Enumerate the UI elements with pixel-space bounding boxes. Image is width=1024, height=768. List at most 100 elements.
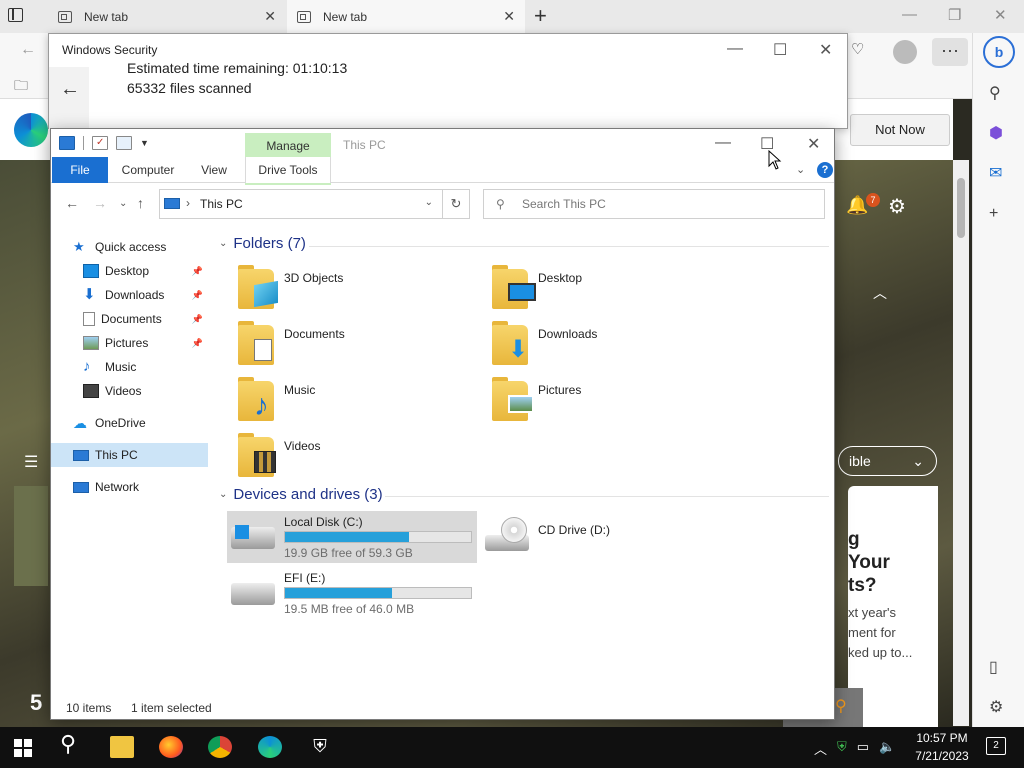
new-tab-button[interactable]: + bbox=[534, 3, 547, 29]
winsec-close-icon[interactable]: ✕ bbox=[819, 40, 832, 60]
address-dropdown-chevron-icon[interactable]: ⌄ bbox=[425, 197, 433, 208]
folder-desktop[interactable]: Desktop bbox=[492, 265, 732, 317]
folder-3d-objects[interactable]: 3D Objects bbox=[238, 265, 478, 317]
new-folder-icon[interactable] bbox=[116, 136, 132, 150]
folder-videos[interactable]: Videos bbox=[238, 433, 478, 485]
drive-efi-e[interactable]: EFI (E:) 19.5 MB free of 46.0 MB bbox=[227, 567, 477, 619]
taskbar-search-icon[interactable]: ⚲ bbox=[60, 731, 84, 756]
browser-more-button[interactable]: ··· bbox=[932, 38, 968, 66]
browser-tab[interactable]: New tab ✕ bbox=[48, 0, 286, 33]
drive-cd-d[interactable]: CD Drive (D:) bbox=[481, 511, 731, 563]
search-input[interactable] bbox=[522, 191, 812, 217]
firefox-icon[interactable] bbox=[159, 736, 183, 758]
folder-pictures[interactable]: Pictures bbox=[492, 377, 732, 429]
navigation-bar: ← → ⌄ ↑ › This PC ⌄ ↻ ⚲ bbox=[51, 184, 834, 222]
sidebar-outlook-icon[interactable]: ✉ bbox=[989, 163, 1002, 183]
profile-avatar-icon[interactable] bbox=[893, 40, 917, 64]
browser-page-scrollbar[interactable] bbox=[953, 160, 969, 726]
forward-icon[interactable]: → bbox=[93, 195, 107, 211]
tab-file[interactable]: File bbox=[52, 157, 108, 183]
collapse-chevron-icon[interactable]: ⌄ bbox=[219, 489, 227, 500]
close-tab-icon[interactable]: ✕ bbox=[503, 8, 515, 25]
not-now-button[interactable]: Not Now bbox=[850, 114, 950, 146]
pin-icon[interactable]: 📌 bbox=[192, 283, 203, 307]
tray-security-icon[interactable]: ⛨ bbox=[837, 739, 847, 758]
sidebar-office-icon[interactable]: ⬢ bbox=[989, 123, 1003, 143]
devices-section-header[interactable]: ⌄ Devices and drives (3) bbox=[219, 486, 383, 503]
star-icon: ★ bbox=[73, 239, 85, 254]
start-windows-icon[interactable] bbox=[14, 739, 32, 757]
breadcrumb-chevron-icon[interactable]: › bbox=[186, 196, 190, 210]
nav-downloads[interactable]: ⬇ Downloads 📌 bbox=[83, 283, 203, 307]
this-pc-icon bbox=[59, 136, 75, 150]
file-explorer-taskbar-icon[interactable] bbox=[110, 736, 134, 758]
notification-bell-icon[interactable]: 🔔 bbox=[846, 195, 868, 216]
sidebar-search-icon[interactable]: ⚲ bbox=[989, 83, 1001, 103]
up-arrow-icon[interactable]: ↑ bbox=[137, 195, 144, 211]
customize-toolbar-chevron-icon[interactable]: ▼ bbox=[140, 138, 149, 148]
close-tab-icon[interactable]: ✕ bbox=[264, 8, 276, 25]
recent-locations-chevron-icon[interactable]: ⌄ bbox=[119, 198, 127, 209]
pin-icon[interactable]: 📌 bbox=[192, 259, 203, 283]
nav-network[interactable]: Network bbox=[73, 475, 139, 499]
browser-close-icon[interactable]: ✕ bbox=[994, 6, 1007, 24]
nav-quick-access[interactable]: ★ Quick access bbox=[73, 235, 166, 259]
hamburger-menu-icon[interactable]: ☰ bbox=[24, 452, 38, 472]
nav-this-pc[interactable]: This PC bbox=[51, 443, 208, 467]
folders-section-header[interactable]: ⌄ Folders (7) bbox=[219, 235, 306, 252]
browser-back-icon[interactable]: ← bbox=[20, 41, 36, 59]
explorer-minimize-icon[interactable]: — bbox=[715, 134, 731, 152]
nav-documents[interactable]: Documents 📌 bbox=[83, 307, 203, 331]
back-arrow-icon[interactable]: ← bbox=[60, 78, 80, 101]
taskbar-time[interactable]: 10:57 PM bbox=[914, 731, 970, 745]
nav-music[interactable]: ♪ Music bbox=[83, 355, 136, 379]
chevron-up-icon[interactable]: ︿ bbox=[873, 283, 887, 303]
address-bar[interactable]: › This PC ⌄ bbox=[159, 189, 470, 219]
collapse-chevron-icon[interactable]: ⌄ bbox=[219, 238, 227, 249]
sidebar-layout-icon[interactable]: ▯ bbox=[989, 657, 998, 677]
page-settings-gear-icon[interactable]: ⚙ bbox=[888, 194, 906, 219]
tray-volume-muted-icon[interactable]: 🔈 bbox=[879, 739, 895, 758]
tray-network-icon[interactable]: ▭ bbox=[857, 739, 869, 758]
nav-desktop[interactable]: Desktop 📌 bbox=[83, 259, 203, 283]
properties-icon[interactable] bbox=[92, 136, 108, 150]
folder-downloads[interactable]: ⬇ Downloads bbox=[492, 321, 732, 373]
windows-security-shield-icon[interactable]: ⛨ bbox=[308, 736, 332, 758]
sidebar-settings-gear-icon[interactable]: ⚙ bbox=[989, 697, 1003, 717]
tab-computer[interactable]: Computer bbox=[113, 157, 183, 183]
nav-onedrive[interactable]: ☁ OneDrive bbox=[73, 411, 146, 435]
winsec-maximize-icon[interactable]: ☐ bbox=[773, 40, 787, 60]
nav-pictures[interactable]: Pictures 📌 bbox=[83, 331, 203, 355]
tab-actions-icon[interactable] bbox=[8, 8, 23, 22]
taskbar-date[interactable]: 7/21/2023 bbox=[910, 749, 974, 763]
back-icon[interactable]: ← bbox=[65, 195, 79, 211]
winsec-minimize-icon[interactable]: — bbox=[727, 40, 743, 58]
browser-minimize-icon[interactable]: — bbox=[902, 6, 917, 23]
browser-essentials-icon[interactable]: ♡ bbox=[851, 40, 864, 58]
search-box[interactable]: ⚲ bbox=[483, 189, 825, 219]
folder-music[interactable]: ♪ Music bbox=[238, 377, 478, 429]
favorites-folder-icon[interactable]: 🗀 bbox=[14, 75, 28, 99]
pin-icon[interactable]: 📌 bbox=[192, 307, 203, 331]
edge-taskbar-icon[interactable] bbox=[258, 736, 282, 758]
nav-videos[interactable]: Videos bbox=[83, 379, 141, 403]
browser-tab-active[interactable]: New tab ✕ bbox=[287, 0, 525, 33]
tab-view[interactable]: View bbox=[191, 157, 237, 183]
drive-local-disk-c[interactable]: Local Disk (C:) 19.9 GB free of 59.3 GB bbox=[227, 511, 477, 563]
browser-restore-icon[interactable]: ❐ bbox=[948, 6, 961, 24]
expand-ribbon-chevron-icon[interactable]: ⌄ bbox=[796, 163, 805, 176]
refresh-icon[interactable]: ↻ bbox=[442, 189, 470, 219]
scrollbar-thumb[interactable] bbox=[957, 178, 965, 238]
pin-icon[interactable]: 📌 bbox=[192, 331, 203, 355]
folder-documents[interactable]: Documents bbox=[238, 321, 478, 373]
search-icon[interactable]: ⚲ bbox=[835, 696, 847, 716]
sidebar-add-icon[interactable]: + bbox=[989, 205, 998, 223]
tray-chevron-up-icon[interactable]: ︿ bbox=[814, 739, 827, 758]
help-icon[interactable]: ? bbox=[817, 162, 833, 178]
bing-chat-icon[interactable]: b bbox=[983, 36, 1015, 68]
notification-center-icon[interactable]: 2 bbox=[986, 737, 1006, 755]
tab-drive-tools[interactable]: Drive Tools bbox=[245, 157, 331, 183]
chrome-icon[interactable] bbox=[208, 736, 232, 758]
explorer-close-icon[interactable]: ✕ bbox=[807, 134, 820, 154]
visible-dropdown-pill[interactable]: ible ⌄ bbox=[838, 446, 937, 476]
